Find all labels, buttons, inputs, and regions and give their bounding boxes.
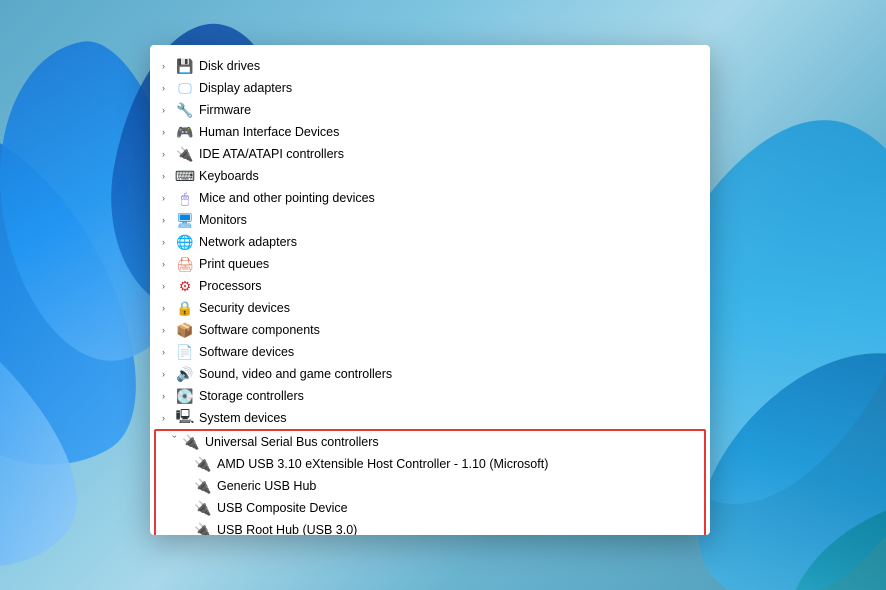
chevron-icon: › <box>162 369 176 379</box>
tree-item-storage[interactable]: › 💽 Storage controllers <box>150 385 710 407</box>
monitors-icon: 🖥 <box>176 211 194 229</box>
tree-item-generic-hub[interactable]: 🔌 Generic USB Hub <box>156 475 704 497</box>
security-label: Security devices <box>199 301 290 315</box>
generic-hub-label: Generic USB Hub <box>217 479 316 493</box>
security-icon: 🔒 <box>176 299 194 317</box>
chevron-icon: › <box>162 149 176 159</box>
tree-item-display-adapters[interactable]: › 🖵 Display adapters <box>150 77 710 99</box>
storage-label: Storage controllers <box>199 389 304 403</box>
usb-controllers-icon: 🔌 <box>182 433 200 451</box>
disk-drives-label: Disk drives <box>199 59 260 73</box>
sw-devices-icon: 📄 <box>176 343 194 361</box>
amd-usb-label: AMD USB 3.10 eXtensible Host Controller … <box>217 457 548 471</box>
chevron-icon: › <box>162 171 176 181</box>
sw-devices-label: Software devices <box>199 345 294 359</box>
mice-icon: 🖱 <box>176 189 194 207</box>
sound-label: Sound, video and game controllers <box>199 367 392 381</box>
usb-composite-icon: 🔌 <box>194 499 212 517</box>
hid-icon: 🎮 <box>176 123 194 141</box>
tree-item-sw-devices[interactable]: › 📄 Software devices <box>150 341 710 363</box>
amd-usb-icon: 🔌 <box>194 455 212 473</box>
chevron-icon: › <box>162 391 176 401</box>
chevron-icon: › <box>162 193 176 203</box>
tree-item-disk-drives[interactable]: › 💾 Disk drives <box>150 55 710 77</box>
chevron-icon: › <box>162 259 176 269</box>
sw-components-label: Software components <box>199 323 320 337</box>
chevron-icon: › <box>162 83 176 93</box>
usb-composite-label: USB Composite Device <box>217 501 348 515</box>
tree-item-security[interactable]: › 🔒 Security devices <box>150 297 710 319</box>
ide-icon: 🔌 <box>176 145 194 163</box>
sound-icon: 🔊 <box>176 365 194 383</box>
device-manager-window: › 💾 Disk drives › 🖵 Display adapters › 🔧… <box>150 45 710 535</box>
chevron-icon: › <box>162 127 176 137</box>
tree-item-usb-root-hub[interactable]: 🔌 USB Root Hub (USB 3.0) <box>156 519 704 535</box>
tree-item-keyboards[interactable]: › ⌨ Keyboards <box>150 165 710 187</box>
tree-item-usb-controllers[interactable]: › 🔌 Universal Serial Bus controllers <box>156 431 704 453</box>
chevron-down-icon: › <box>170 435 180 449</box>
chevron-icon: › <box>162 105 176 115</box>
print-icon: 🖨 <box>176 255 194 273</box>
tree-item-hid[interactable]: › 🎮 Human Interface Devices <box>150 121 710 143</box>
hid-label: Human Interface Devices <box>199 125 339 139</box>
chevron-icon: › <box>162 413 176 423</box>
tree-item-network[interactable]: › 🌐 Network adapters <box>150 231 710 253</box>
generic-hub-icon: 🔌 <box>194 477 212 495</box>
sw-components-icon: 📦 <box>176 321 194 339</box>
network-label: Network adapters <box>199 235 297 249</box>
tree-item-print[interactable]: › 🖨 Print queues <box>150 253 710 275</box>
mice-label: Mice and other pointing devices <box>199 191 375 205</box>
processors-icon: ⚙ <box>176 277 194 295</box>
tree-item-amd-usb[interactable]: 🔌 AMD USB 3.10 eXtensible Host Controlle… <box>156 453 704 475</box>
usb-controllers-label: Universal Serial Bus controllers <box>205 435 379 449</box>
device-tree[interactable]: › 💾 Disk drives › 🖵 Display adapters › 🔧… <box>150 45 710 535</box>
system-label: System devices <box>199 411 287 425</box>
ide-label: IDE ATA/ATAPI controllers <box>199 147 344 161</box>
chevron-icon: › <box>162 347 176 357</box>
storage-icon: 💽 <box>176 387 194 405</box>
system-icon: 🖳 <box>176 409 194 427</box>
tree-item-system[interactable]: › 🖳 System devices <box>150 407 710 429</box>
chevron-icon: › <box>162 281 176 291</box>
chevron-icon: › <box>162 215 176 225</box>
chevron-icon: › <box>162 325 176 335</box>
firmware-label: Firmware <box>199 103 251 117</box>
tree-item-firmware[interactable]: › 🔧 Firmware <box>150 99 710 121</box>
display-adapters-icon: 🖵 <box>176 79 194 97</box>
chevron-icon: › <box>162 61 176 71</box>
tree-item-sw-components[interactable]: › 📦 Software components <box>150 319 710 341</box>
usb-root-hub-icon: 🔌 <box>194 521 212 535</box>
tree-item-mice[interactable]: › 🖱 Mice and other pointing devices <box>150 187 710 209</box>
monitors-label: Monitors <box>199 213 247 227</box>
tree-item-monitors[interactable]: › 🖥 Monitors <box>150 209 710 231</box>
keyboards-icon: ⌨ <box>176 167 194 185</box>
print-label: Print queues <box>199 257 269 271</box>
firmware-icon: 🔧 <box>176 101 194 119</box>
usb-root-hub-label: USB Root Hub (USB 3.0) <box>217 523 357 535</box>
display-adapters-label: Display adapters <box>199 81 292 95</box>
tree-item-processors[interactable]: › ⚙ Processors <box>150 275 710 297</box>
chevron-icon: › <box>162 237 176 247</box>
tree-item-sound[interactable]: › 🔊 Sound, video and game controllers <box>150 363 710 385</box>
tree-item-ide[interactable]: › 🔌 IDE ATA/ATAPI controllers <box>150 143 710 165</box>
usb-section: › 🔌 Universal Serial Bus controllers 🔌 A… <box>154 429 706 535</box>
processors-label: Processors <box>199 279 262 293</box>
disk-drives-icon: 💾 <box>176 57 194 75</box>
chevron-icon: › <box>162 303 176 313</box>
network-icon: 🌐 <box>176 233 194 251</box>
tree-item-usb-composite[interactable]: 🔌 USB Composite Device <box>156 497 704 519</box>
keyboards-label: Keyboards <box>199 169 259 183</box>
